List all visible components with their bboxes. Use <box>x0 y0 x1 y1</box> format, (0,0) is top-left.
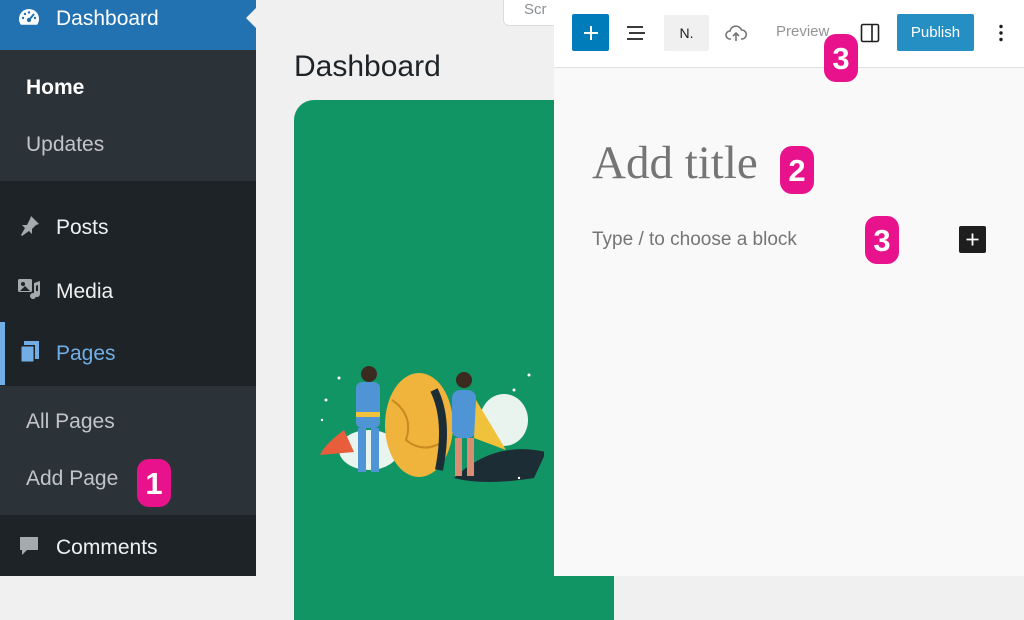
sidebar-item-posts[interactable]: Posts <box>0 200 256 252</box>
admin-sidebar: Dashboard Home Updates Posts Media Pages… <box>0 0 256 576</box>
submenu-item-add-page[interactable]: Add Page <box>26 468 118 489</box>
speech-bubble-icon <box>20 537 38 555</box>
step-badge-2: 2 <box>780 146 814 194</box>
site-icon-button[interactable]: N. <box>664 15 709 51</box>
step-badge-3: 3 <box>824 34 858 82</box>
block-editor: N. Preview Publish Add title Type / to c… <box>554 0 1024 576</box>
page-title: Dashboard <box>294 50 441 83</box>
publish-button[interactable]: Publish <box>897 14 974 51</box>
plus-icon <box>966 233 979 246</box>
inline-inserter-button[interactable] <box>959 226 986 253</box>
sidebar-item-pages[interactable]: Pages <box>0 322 256 385</box>
sidebar-item-dashboard[interactable]: Dashboard <box>0 0 256 50</box>
post-title-input[interactable]: Add title <box>592 140 758 187</box>
media-icon <box>18 279 41 300</box>
pages-icon <box>20 341 39 363</box>
dashboard-gauge-icon <box>19 9 39 25</box>
sidebar-item-label: Dashboard <box>56 7 159 30</box>
submenu-item-updates[interactable]: Updates <box>26 134 104 155</box>
sidebar-item-label: Pages <box>56 342 116 365</box>
block-inserter-button[interactable] <box>572 14 609 51</box>
cloud-upload-icon[interactable] <box>724 21 748 45</box>
submenu-item-home[interactable]: Home <box>26 77 84 98</box>
sidebar-item-media[interactable]: Media <box>0 264 256 316</box>
editor-toolbar: N. Preview Publish <box>554 0 1024 68</box>
block-appender[interactable]: Type / to choose a block <box>592 230 797 249</box>
list-view-icon[interactable] <box>624 21 648 45</box>
sidebar-item-label: Media <box>56 280 114 303</box>
active-indicator <box>0 322 5 385</box>
dashboard-submenu: Home Updates <box>0 50 256 181</box>
superheroes-illustration <box>320 366 544 482</box>
sidebar-item-label: Comments <box>56 536 158 559</box>
current-menu-arrow <box>246 8 256 28</box>
pages-submenu: All Pages Add Page <box>0 386 256 515</box>
sidebar-item-label: Posts <box>56 216 109 239</box>
plus-icon <box>583 25 598 40</box>
sidebar-panel-icon[interactable] <box>858 21 882 45</box>
step-badge-1: 1 <box>137 459 171 507</box>
step-badge-3: 3 <box>865 216 899 264</box>
sidebar-item-comments[interactable]: Comments <box>0 520 256 572</box>
submenu-item-all-pages[interactable]: All Pages <box>26 411 115 432</box>
vertical-ellipsis-icon[interactable] <box>989 21 1013 45</box>
preview-button[interactable]: Preview <box>776 24 829 39</box>
pushpin-icon <box>21 216 39 236</box>
